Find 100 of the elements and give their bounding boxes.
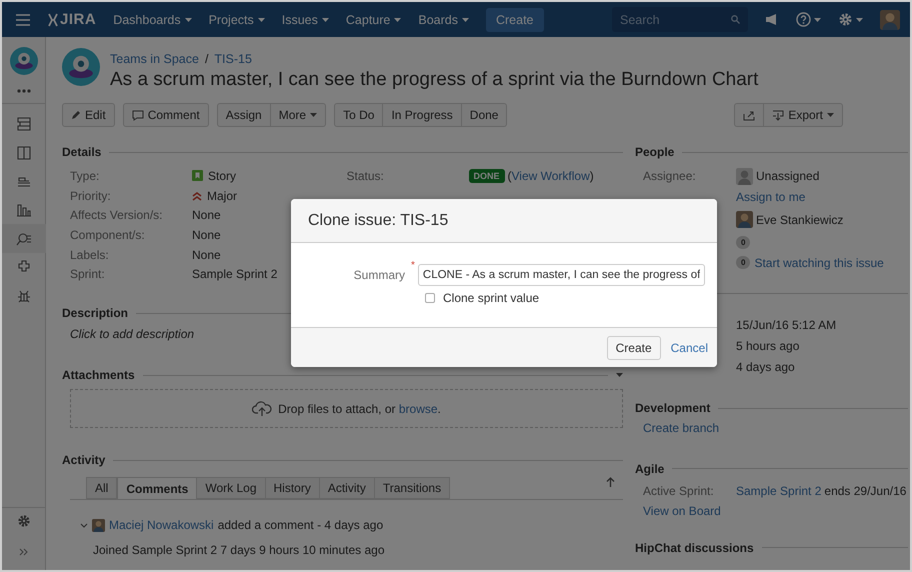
- toolbar-button[interactable]: To Do: [334, 103, 384, 127]
- logo: JIRA: [60, 11, 96, 28]
- sprint-link[interactable]: Sample Sprint 2: [736, 484, 822, 498]
- pencil-icon: [71, 110, 81, 120]
- date-value: 15/Jun/16 5:12 AM: [736, 318, 836, 332]
- field-value: Major: [192, 188, 238, 203]
- settings-icon[interactable]: [16, 514, 30, 528]
- nav-menu[interactable]: Issues: [282, 12, 329, 26]
- status-lozenge: DONE: [468, 168, 505, 183]
- expand-icon[interactable]: [19, 548, 28, 556]
- assignee-name: Unassigned: [756, 169, 820, 184]
- toolbar-button[interactable]: Export: [764, 103, 843, 127]
- logo-icon: [47, 12, 59, 26]
- browse-link[interactable]: browse: [398, 402, 438, 416]
- comment-meta: added a comment - 4 days ago: [218, 518, 384, 532]
- nav-menu[interactable]: Projects: [208, 12, 265, 26]
- megaphone-icon[interactable]: [765, 13, 779, 26]
- field-label: Active Sprint:: [643, 484, 715, 498]
- caret-icon: [258, 18, 265, 22]
- date-value: 5 hours ago: [736, 338, 800, 352]
- sprint-end-date: ends 29/Jun/16: [824, 484, 906, 498]
- caret-icon: [310, 113, 318, 117]
- collapse-icon[interactable]: [80, 522, 88, 528]
- sort-arrow-icon[interactable]: [606, 477, 615, 488]
- nav-menu[interactable]: Boards: [418, 12, 469, 26]
- reporter-name: Eve Stankiewicz: [756, 212, 844, 226]
- field-value: None: [192, 248, 221, 262]
- date-value: 4 days ago: [736, 360, 795, 374]
- assign-to-me-link[interactable]: Assign to me: [736, 190, 806, 204]
- caret-icon: [616, 373, 623, 378]
- activity-tab[interactable]: All: [86, 477, 118, 500]
- field-label: Labels:: [70, 248, 110, 262]
- nav-menu[interactable]: Dashboards: [113, 12, 192, 26]
- create-button[interactable]: Create: [486, 8, 544, 32]
- more-icon[interactable]: [16, 89, 30, 93]
- search-icon: [731, 15, 740, 24]
- search-field[interactable]: Search: [612, 7, 748, 32]
- field-label: Type:: [70, 168, 100, 183]
- dialog-title: Clone issue: TIS-15: [308, 212, 448, 230]
- toolbar-button[interactable]: In Progress: [383, 103, 462, 127]
- create-branch-link[interactable]: Create branch: [643, 421, 720, 436]
- caret-icon: [856, 18, 863, 22]
- field-label: Assignee:: [643, 169, 697, 184]
- upload-cloud-icon: [252, 400, 272, 417]
- field-label: Affects Version/s:: [70, 208, 164, 222]
- field-label: Status:: [346, 168, 385, 183]
- section-heading: Agile: [635, 462, 664, 476]
- user-avatar: [880, 10, 900, 30]
- toolbar-button[interactable]: Comment: [122, 103, 209, 127]
- watch-link[interactable]: Start watching this issue: [754, 256, 884, 270]
- caret-icon: [814, 18, 821, 22]
- checkbox[interactable]: [425, 293, 435, 303]
- section-heading: Development: [635, 401, 710, 415]
- workflow-link[interactable]: View Workflow: [512, 168, 590, 183]
- author-link[interactable]: Maciej Nowakowski: [109, 518, 214, 532]
- sidebar-item[interactable]: [2, 224, 46, 253]
- export-icon: [772, 110, 784, 120]
- required-marker: *: [411, 260, 415, 271]
- toolbar-button[interactable]: Done: [462, 103, 508, 127]
- activity-tab[interactable]: History: [266, 477, 320, 500]
- section-heading: HipChat discussions: [635, 540, 754, 554]
- menu-icon[interactable]: [16, 14, 30, 26]
- summary-field[interactable]: CLONE - As a scrum master, I can see the progress of: [418, 264, 705, 286]
- share-button[interactable]: [734, 103, 764, 127]
- toolbar-button[interactable]: More: [270, 103, 326, 127]
- comment-icon: [132, 110, 144, 120]
- nav-menu[interactable]: Capture: [346, 12, 402, 26]
- activity-tab[interactable]: Work Log: [197, 477, 266, 500]
- story-icon: [192, 170, 203, 182]
- caret-icon: [462, 18, 469, 22]
- field-value: Sample Sprint 2: [192, 267, 278, 282]
- share-icon: [743, 110, 756, 120]
- create-button[interactable]: Create: [606, 336, 661, 360]
- backlog-icon: [16, 116, 32, 132]
- toolbar-button[interactable]: Assign: [216, 103, 271, 127]
- toolbar-button[interactable]: Edit: [62, 103, 115, 127]
- watcher-count: 0: [736, 256, 750, 270]
- view-on-board-link[interactable]: View on Board: [643, 504, 721, 518]
- paren: ): [590, 168, 594, 183]
- section-heading: Details: [62, 145, 102, 159]
- issue-title: As a scrum master, I can see the progress of a sprint via the Burndown Chart: [110, 69, 758, 91]
- drop-instructions: Drop files to attach, or browse.: [278, 402, 441, 416]
- help-icon[interactable]: [796, 12, 811, 27]
- summary-label: Summary: [352, 268, 406, 282]
- board-icon: [16, 144, 32, 161]
- issue-key-link[interactable]: TIS-15: [214, 52, 252, 66]
- cancel-link[interactable]: Cancel: [670, 340, 708, 354]
- caret-icon: [827, 113, 834, 117]
- checkbox-label: Clone sprint value: [443, 291, 540, 305]
- caret-icon: [184, 18, 192, 22]
- unassigned-avatar: [736, 168, 753, 185]
- caret-icon: [322, 18, 329, 22]
- field-value: Story: [192, 168, 236, 183]
- project-link[interactable]: Teams in Space: [110, 52, 199, 66]
- activity-tab[interactable]: Transitions: [374, 477, 450, 500]
- activity-tab[interactable]: Comments: [117, 477, 198, 500]
- file-drop-zone[interactable]: Drop files to attach, or browse.: [70, 389, 623, 428]
- priority-icon: [192, 190, 202, 201]
- commenter-avatar: [92, 518, 105, 532]
- activity-tab[interactable]: Activity: [320, 477, 375, 500]
